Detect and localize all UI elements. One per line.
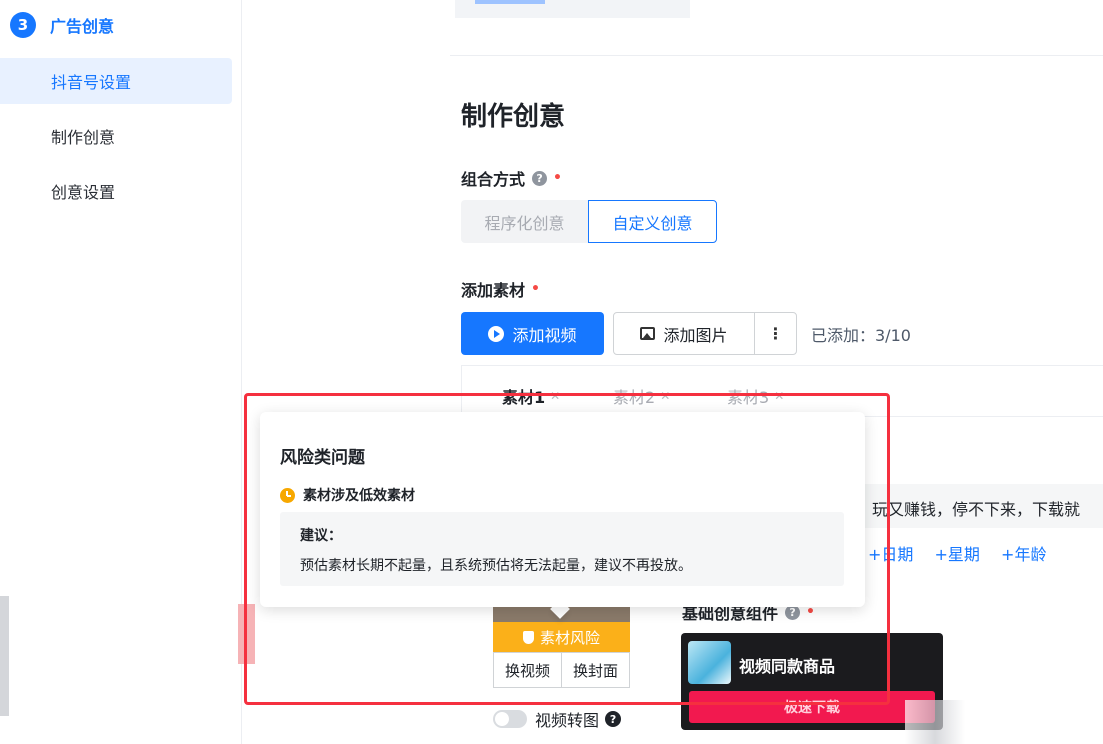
- combo-option-programmatic[interactable]: 程序化创意: [461, 200, 588, 243]
- tag-weekday[interactable]: +星期: [935, 545, 980, 564]
- required-dot: •: [531, 281, 540, 297]
- sidebar-item-creative-settings[interactable]: 创意设置: [0, 168, 232, 214]
- add-image-label: 添加图片: [663, 325, 728, 345]
- sidebar-item-douyin-settings[interactable]: 抖音号设置: [0, 58, 232, 104]
- added-count: 已添加：3/10: [811, 326, 911, 345]
- fade-artifact: [905, 700, 965, 744]
- highlight-frame: [244, 393, 890, 705]
- add-video-button[interactable]: 添加视频: [461, 312, 604, 355]
- add-image-group: 添加图片 ⋮: [613, 312, 797, 355]
- sidebar-item-make-creative[interactable]: 制作创意: [0, 113, 232, 159]
- combo-option-custom[interactable]: 自定义创意: [588, 200, 717, 243]
- video-to-image-label: 视频转图: [535, 711, 600, 730]
- required-dot: •: [553, 170, 562, 186]
- top-strip: [455, 0, 690, 18]
- step-number-badge: 3: [10, 12, 36, 38]
- video-to-image-row: 视频转图 ?: [493, 707, 622, 731]
- play-icon: [488, 325, 505, 342]
- help-icon[interactable]: ?: [605, 711, 622, 727]
- add-image-button[interactable]: 添加图片: [614, 313, 755, 354]
- sidebar: 3 广告创意 抖音号设置 制作创意 创意设置: [0, 0, 242, 744]
- left-edge-artifact: [0, 596, 9, 716]
- combo-label-row: 组合方式 ? •: [461, 166, 562, 190]
- tag-age[interactable]: +年龄: [1001, 545, 1046, 564]
- step-label: 广告创意: [50, 17, 115, 36]
- add-video-label: 添加视频: [512, 325, 577, 345]
- page: 3 广告创意 抖音号设置 制作创意 创意设置 制作创意 组合方式 ? • 程序化…: [0, 0, 1103, 744]
- material-label: 添加素材: [461, 281, 526, 300]
- section-divider: [450, 55, 1103, 56]
- step-header: 3 广告创意: [10, 12, 114, 38]
- more-options-button[interactable]: ⋮: [755, 313, 796, 354]
- help-icon[interactable]: ?: [532, 170, 548, 186]
- video-to-image-toggle[interactable]: [493, 710, 527, 728]
- page-title: 制作创意: [461, 102, 566, 132]
- material-label-row: 添加素材 •: [461, 277, 540, 301]
- combo-label: 组合方式: [461, 170, 526, 189]
- image-icon: [640, 327, 656, 340]
- tag-insert-row: +日期 +星期 +年龄: [868, 541, 1062, 565]
